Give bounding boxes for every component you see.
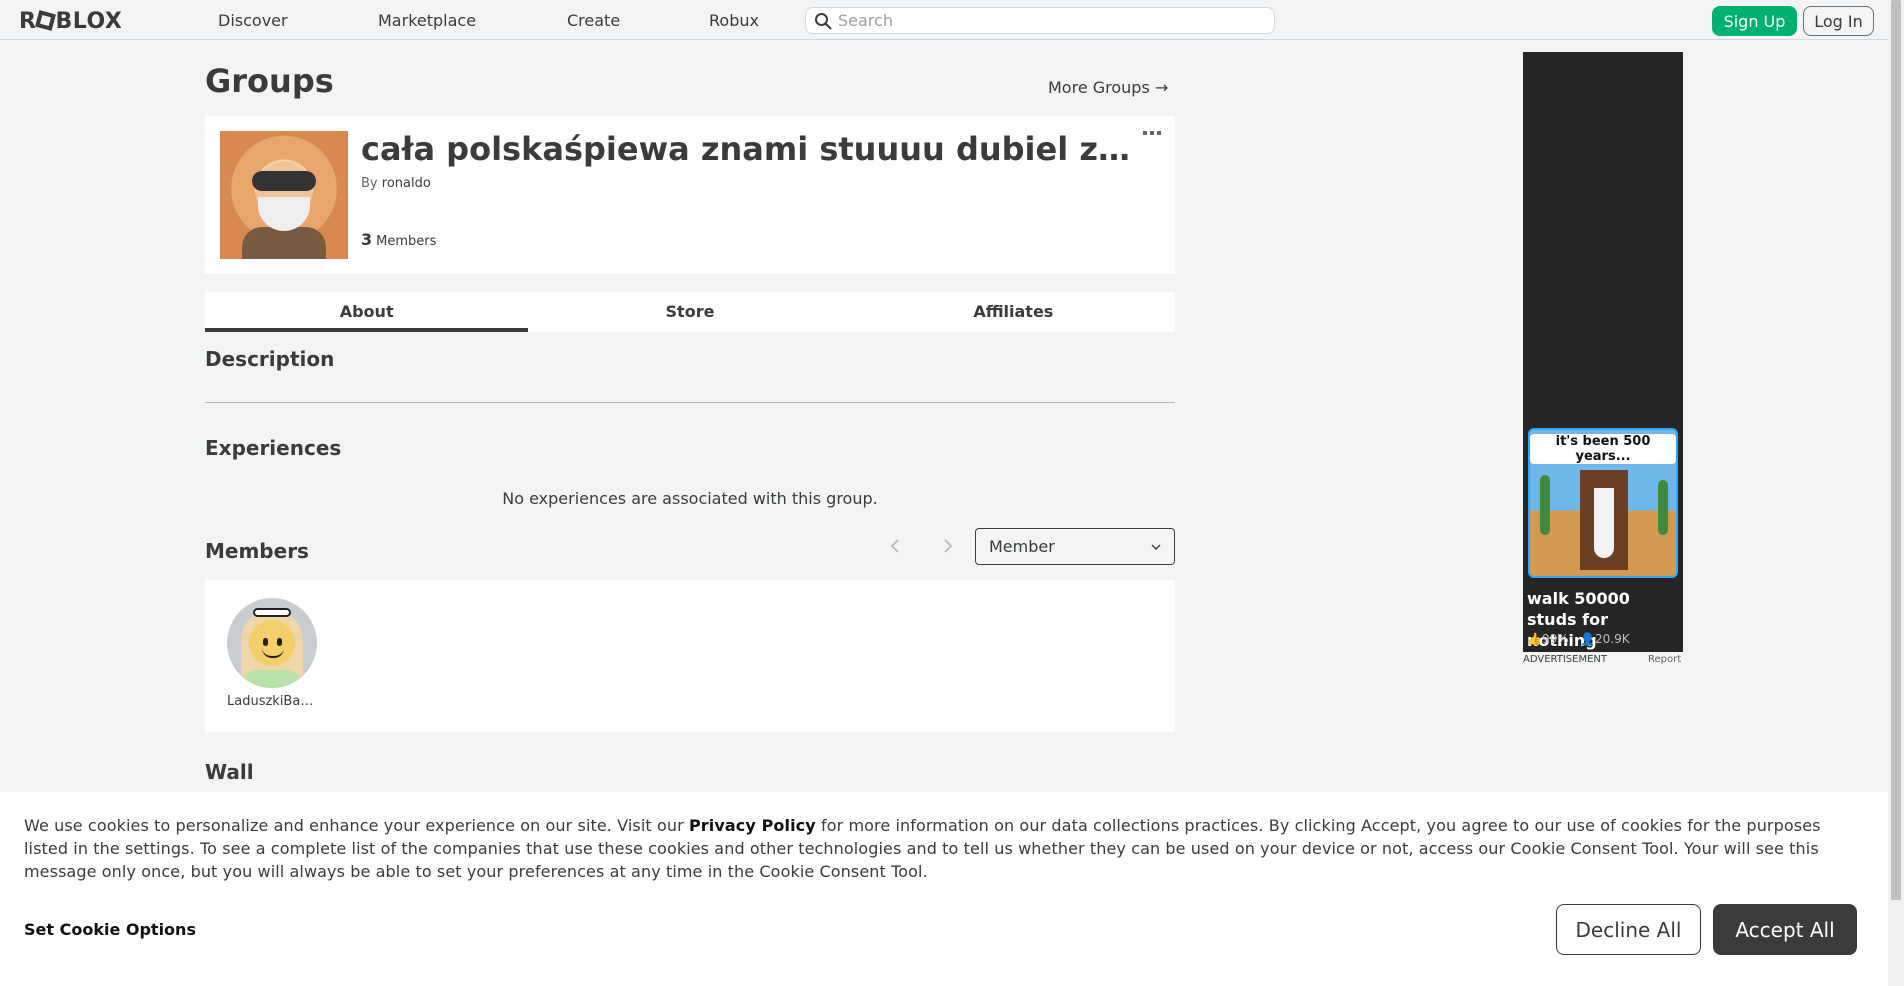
chevron-down-icon — [1151, 544, 1161, 550]
ad-cactus-right — [1658, 480, 1668, 535]
search-input[interactable] — [838, 10, 1258, 31]
avatar[interactable] — [227, 598, 317, 688]
emblem-beard — [258, 197, 310, 231]
search-icon — [815, 13, 832, 30]
emblem-body — [242, 227, 326, 259]
nav-robux[interactable]: Robux — [709, 11, 759, 30]
page-scrollbar[interactable] — [1888, 0, 1904, 986]
member-name[interactable]: LaduszkiBab... — [227, 694, 317, 709]
ad-character-beard — [1594, 488, 1614, 558]
no-experiences-message: No experiences are associated with this … — [502, 489, 878, 508]
avatar-sunglasses — [253, 608, 291, 617]
group-owner: By ronaldo — [361, 176, 431, 191]
player-icon: 👤 — [1580, 632, 1596, 646]
page-title: Groups — [205, 62, 334, 100]
cookie-text-before: We use cookies to personalize and enhanc… — [24, 816, 689, 835]
privacy-policy-link[interactable]: Privacy Policy — [689, 816, 816, 835]
group-tabs: About Store Affiliates — [205, 292, 1175, 332]
avatar-shirt — [243, 670, 301, 688]
thumbs-up-icon: 👍 — [1527, 632, 1542, 646]
decline-all-button[interactable]: Decline All — [1556, 904, 1701, 955]
owner-link[interactable]: ronaldo — [382, 176, 431, 191]
description-divider — [205, 402, 1175, 403]
sign-up-button[interactable]: Sign Up — [1712, 6, 1797, 36]
ad-headline: it's been 500 years... — [1530, 434, 1676, 464]
experiences-heading: Experiences — [205, 436, 342, 460]
tab-affiliates[interactable]: Affiliates — [852, 292, 1175, 332]
member-count: 3 Members — [361, 230, 436, 249]
emblem-goggles — [252, 171, 316, 191]
wall-heading: Wall — [205, 760, 254, 784]
chevron-left-icon[interactable] — [888, 537, 902, 555]
ad-rating: 99% — [1541, 632, 1569, 646]
nav-marketplace[interactable]: Marketplace — [378, 11, 476, 30]
ad-players: 20.9K — [1595, 632, 1630, 646]
by-label: By — [361, 176, 378, 191]
description-heading: Description — [205, 347, 335, 371]
top-navigation-bar: R BLOX Discover Marketplace Create Robux … — [0, 0, 1888, 40]
ad-report-link[interactable]: Report — [1648, 654, 1681, 665]
advertisement-label: ADVERTISEMENT — [1523, 654, 1608, 665]
nav-create[interactable]: Create — [567, 11, 620, 30]
ad-cactus-left — [1540, 475, 1550, 535]
avatar-eye-left — [263, 638, 268, 646]
group-name: cała polskaśpiewa znami stuuuu dubiel za… — [361, 130, 1151, 168]
members-list: LaduszkiBab... — [205, 580, 1175, 732]
more-options-icon[interactable] — [1143, 130, 1161, 136]
tab-about[interactable]: About — [205, 292, 529, 332]
search-box[interactable] — [805, 7, 1275, 34]
chevron-right-icon[interactable] — [941, 537, 955, 555]
ad-stats: 👍99% 👤20.9K — [1527, 632, 1630, 646]
member-count-number: 3 — [361, 230, 373, 249]
cookie-message: We use cookies to personalize and enhanc… — [24, 814, 1869, 883]
nav-discover[interactable]: Discover — [218, 11, 288, 30]
scrollbar-thumb[interactable] — [1891, 0, 1901, 900]
members-heading: Members — [205, 539, 309, 563]
role-dropdown[interactable]: Member — [975, 528, 1175, 565]
avatar-face — [249, 620, 295, 666]
ad-image: it's been 500 years... — [1528, 428, 1678, 578]
set-cookie-options-link[interactable]: Set Cookie Options — [24, 920, 196, 939]
group-emblem-image — [220, 131, 348, 259]
role-dropdown-value: Member — [989, 537, 1055, 556]
roblox-logo[interactable]: R BLOX — [19, 9, 122, 34]
tab-store[interactable]: Store — [528, 292, 851, 332]
cookie-consent-banner: We use cookies to personalize and enhanc… — [0, 792, 1888, 986]
advertisement-banner[interactable]: it's been 500 years... walk 50000 studs … — [1523, 52, 1683, 652]
members-label: Members — [376, 234, 437, 249]
avatar-eye-right — [277, 638, 282, 646]
more-groups-link[interactable]: More Groups → — [1048, 78, 1168, 97]
accept-all-button[interactable]: Accept All — [1713, 904, 1857, 955]
group-header-card: cała polskaśpiewa znami stuuuu dubiel za… — [205, 116, 1175, 274]
log-in-button[interactable]: Log In — [1803, 6, 1874, 36]
